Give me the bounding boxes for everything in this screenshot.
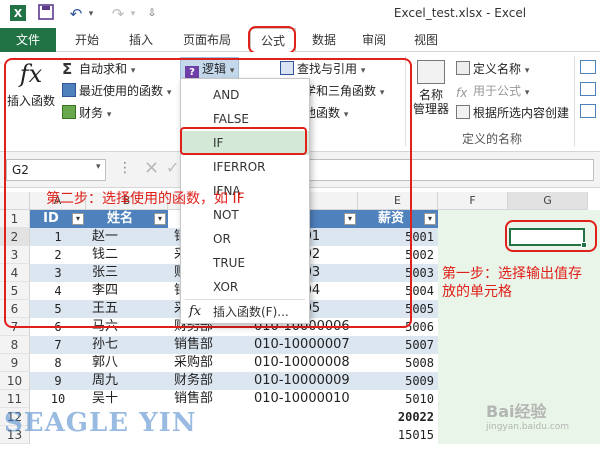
table-cell-dept[interactable]: 销售部 xyxy=(168,390,248,408)
formulas-tab-highlight xyxy=(248,26,296,54)
create-from-selection-icon xyxy=(456,105,470,119)
tab-review[interactable]: 审阅 xyxy=(352,28,396,52)
menu-item-xor[interactable]: XOR xyxy=(181,275,309,299)
trace-precedents-icon[interactable] xyxy=(580,60,596,74)
define-name-icon xyxy=(456,61,470,75)
table-cell-name[interactable]: 周九 xyxy=(86,372,168,390)
total-cell-row13[interactable]: 15015 xyxy=(358,426,438,444)
table-cell-dept[interactable]: 销售部 xyxy=(168,336,248,354)
table-cell-id[interactable]: 9 xyxy=(30,372,86,390)
column-header-f[interactable]: F xyxy=(438,192,508,210)
table-cell-salary[interactable]: 5009 xyxy=(358,372,438,390)
step-two-note: 第二步：选择使用的函数，如 IF xyxy=(46,191,245,207)
table-cell-salary[interactable]: 5008 xyxy=(358,354,438,372)
table-cell-phone[interactable]: 010-10000008 xyxy=(248,354,358,372)
table-cell-id[interactable]: 10 xyxy=(30,390,86,408)
use-in-formula-button: fx 用于公式 xyxy=(456,82,529,100)
column-header-g[interactable]: G xyxy=(508,192,588,210)
step-one-note: 第一步：选择输出值存放的单元格 xyxy=(442,266,582,300)
insert-function-menu-label: 插入函数(F)... xyxy=(213,305,289,319)
row-header[interactable]: 9 xyxy=(0,354,30,372)
create-from-selection-button[interactable]: 根据所选内容创建 xyxy=(456,104,569,121)
name-manager-button[interactable]: 名称 管理器 xyxy=(410,60,452,116)
define-name-button[interactable]: 定义名称 xyxy=(456,60,529,77)
undo-icon[interactable]: ↶ xyxy=(66,4,86,24)
table-cell-salary[interactable]: 5010 xyxy=(358,390,438,408)
target-cell-highlight xyxy=(505,220,597,252)
fx-icon: fx xyxy=(189,304,202,319)
redo-icon[interactable]: ↷ xyxy=(108,4,128,24)
table-cell-dept[interactable]: 财务部 xyxy=(168,372,248,390)
ribbon-separator xyxy=(574,56,575,146)
tab-home[interactable]: 开始 xyxy=(62,28,112,52)
save-icon[interactable] xyxy=(36,4,56,24)
table-cell-salary[interactable]: 5007 xyxy=(358,336,438,354)
menu-item-or[interactable]: OR xyxy=(181,227,309,251)
redo-dropdown-icon[interactable]: ▾ xyxy=(128,4,138,24)
if-item-highlight xyxy=(180,127,307,155)
insert-function-menu-item[interactable]: fx 插入函数(F)... xyxy=(181,301,309,323)
table-cell-name[interactable]: 孙七 xyxy=(86,336,168,354)
tab-page-layout[interactable]: 页面布局 xyxy=(172,28,242,52)
row-header[interactable]: 10 xyxy=(0,372,30,390)
filter-dropdown-icon[interactable]: ▾ xyxy=(424,213,436,225)
svg-text:X: X xyxy=(14,7,23,20)
table-cell-id[interactable]: 7 xyxy=(30,336,86,354)
tab-insert[interactable]: 插入 xyxy=(118,28,164,52)
use-in-formula-icon: fx xyxy=(456,86,468,100)
table-cell-id[interactable]: 8 xyxy=(30,354,86,372)
menu-item-and[interactable]: AND xyxy=(181,83,309,107)
ribbon-tab-bar: 文件 开始 插入 页面布局 公式 数据 审阅 视图 xyxy=(0,28,600,52)
defined-names-group-label: 定义的名称 xyxy=(462,132,523,146)
window-title: Excel_test.xlsx - Excel xyxy=(393,6,527,20)
seagle-watermark: SEAGLE YIN xyxy=(4,408,197,438)
trace-dependents-icon[interactable] xyxy=(580,82,596,96)
table-cell-name[interactable]: 吴十 xyxy=(86,390,168,408)
tab-file[interactable]: 文件 xyxy=(0,28,56,52)
menu-item-true[interactable]: TRUE xyxy=(181,251,309,275)
title-bar: X ↶ ▾ ↷ ▾ ⇩ Excel_test.xlsx - Excel xyxy=(0,0,600,28)
total-cell-row12[interactable]: 20022 xyxy=(358,408,438,426)
row-header[interactable]: 11 xyxy=(0,390,30,408)
menu-item-iferror[interactable]: IFERROR xyxy=(181,155,309,179)
baidu-watermark: Bai经验 jingyan.baidu.com xyxy=(486,402,570,432)
table-cell-phone[interactable]: 010-10000007 xyxy=(248,336,358,354)
menu-separator xyxy=(185,299,305,300)
remove-arrows-icon[interactable] xyxy=(580,104,596,118)
row-header[interactable]: 8 xyxy=(0,336,30,354)
name-manager-icon xyxy=(417,60,445,84)
undo-dropdown-icon[interactable]: ▾ xyxy=(86,4,96,24)
table-cell-dept[interactable]: 采购部 xyxy=(168,354,248,372)
table-cell-name[interactable]: 郭八 xyxy=(86,354,168,372)
customize-toolbar-icon[interactable]: ⇩ xyxy=(146,4,158,24)
tab-data[interactable]: 数据 xyxy=(302,28,346,52)
excel-logo-icon: X xyxy=(8,4,28,24)
tab-view[interactable]: 视图 xyxy=(404,28,448,52)
table-cell-phone[interactable]: 010-10000010 xyxy=(248,390,358,408)
table-cell-phone[interactable]: 010-10000009 xyxy=(248,372,358,390)
